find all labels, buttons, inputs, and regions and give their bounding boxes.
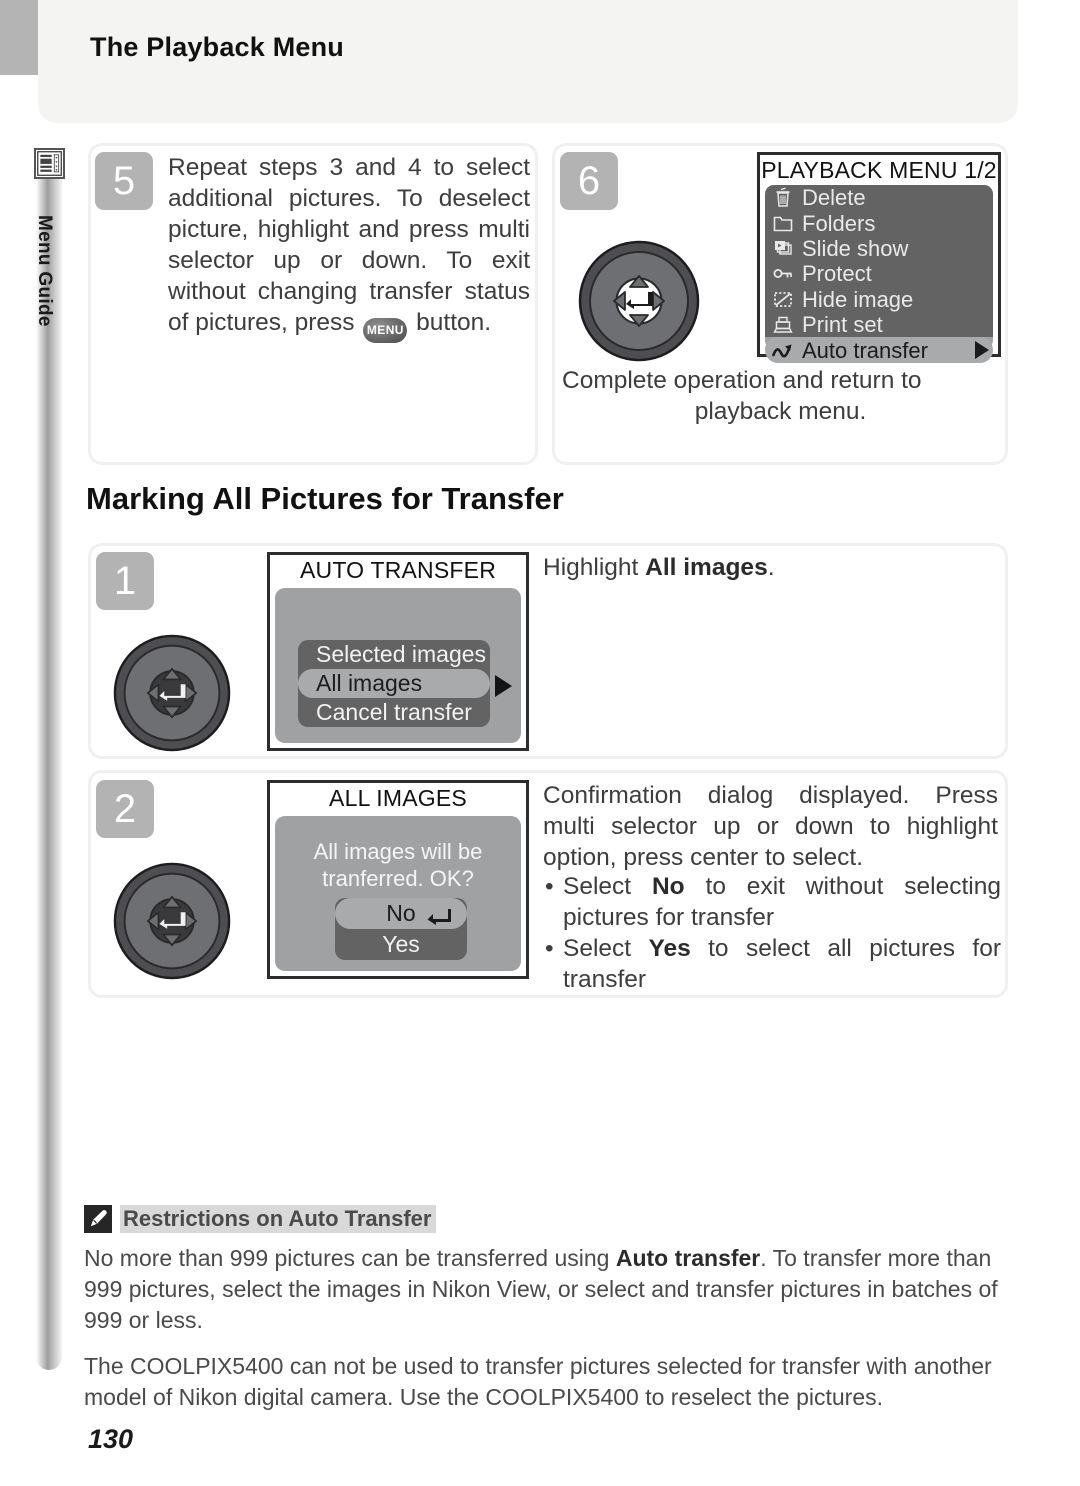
auto-transfer-screen: AUTO TRANSFER Selected images All images C… [267, 552, 529, 751]
auto-transfer-cursor-arrow [495, 675, 512, 697]
playback-menu-item-label: Hide image [802, 286, 914, 312]
playback-menu-cursor-arrow [975, 341, 989, 360]
step-2-bullet: • Select Yes to select all pictures for t… [543, 933, 1001, 995]
step-2-bullet-pre: Select [563, 873, 652, 900]
hide-image-icon [769, 288, 797, 311]
menu-list-icon [34, 148, 65, 179]
all-images-option-yes[interactable]: Yes [335, 929, 467, 960]
playback-menu-item-auto-transfer[interactable]: Auto transfer [765, 337, 993, 363]
playback-menu-body: Delete Folders Slide show Protect Hide image… [765, 185, 993, 363]
folder-icon [769, 212, 797, 235]
playback-menu-item-label: Print set [802, 312, 883, 338]
all-images-dialog-screen: ALL IMAGES All images will be tranferred… [267, 780, 529, 979]
key-icon [769, 262, 797, 285]
note-paragraph-1: No more than 999 pictures can be transfe… [84, 1243, 1012, 1336]
all-images-message-line-2: tranferred. OK? [322, 866, 474, 891]
step-6-caption: Complete operation and return to playbac… [562, 365, 999, 427]
playback-menu-screen: PLAYBACK MENU 1/2 Delete Folders Slide sho… [757, 152, 1001, 363]
playback-menu-item-label: Auto transfer [802, 337, 928, 363]
multi-selector-step-2[interactable] [113, 862, 231, 980]
step-1-badge: 1 [96, 552, 154, 610]
step-2-bullet-bold: Yes [648, 935, 691, 962]
playback-menu-item-label: Slide show [802, 235, 909, 261]
playback-menu-item-delete[interactable]: Delete [765, 185, 993, 211]
step-1-caption-bold: All images [645, 554, 768, 581]
section-heading: Marking All Pictures for Transfer [86, 481, 564, 516]
playback-menu-item-folders[interactable]: Folders [765, 210, 993, 236]
menu-button-icon[interactable]: MENU [363, 318, 408, 343]
step-2-caption-intro: Confirmation dialog displayed. Press mul… [543, 782, 998, 871]
playback-menu-item-label: Folders [802, 210, 876, 236]
auto-transfer-option-all-images[interactable]: All images [298, 669, 490, 698]
bullet-dot-icon: • [545, 935, 554, 962]
auto-transfer-option-selected-images[interactable]: Selected images [298, 640, 490, 669]
slideshow-icon [769, 237, 797, 260]
step-1-caption-tail: . [767, 554, 775, 581]
playback-menu-item-hide-image[interactable]: Hide image [765, 286, 993, 312]
all-images-body: All images will be tranferred. OK? No Yes [275, 816, 521, 971]
multi-selector-step-6[interactable] [578, 240, 700, 362]
step-5-text-part2: button. [409, 309, 492, 336]
auto-transfer-icon [769, 339, 797, 362]
all-images-yes-no-group: No Yes [335, 898, 467, 960]
page-number: 130 [88, 1424, 134, 1454]
page-title: The Playback Menu [90, 32, 344, 62]
side-tab-label: Menu Guide [34, 215, 55, 327]
bullet-dot-icon: • [545, 873, 554, 900]
printer-icon [769, 313, 797, 336]
step-2-badge: 2 [96, 780, 154, 838]
playback-menu-list: Delete Folders Slide show Protect Hide image… [765, 185, 993, 363]
pencil-icon [84, 1205, 112, 1233]
all-images-option-no[interactable]: No [335, 898, 467, 929]
step-2-bullet-list: • Select No to exit without selecting pic… [543, 871, 1001, 995]
all-images-title: ALL IMAGES [270, 783, 526, 813]
playback-menu-title: PLAYBACK MENU 1/2 [760, 155, 998, 185]
auto-transfer-option-cancel-transfer[interactable]: Cancel transfer [298, 698, 490, 727]
auto-transfer-options: Selected images All images Cancel transfer [298, 640, 490, 727]
multi-selector-step-1[interactable] [113, 634, 231, 752]
playback-menu-item-label: Protect [802, 261, 872, 287]
note-header: Restrictions on Auto Transfer [84, 1204, 437, 1234]
step-2-bullet-pre: Select [563, 935, 649, 962]
step-1-caption-plain: Highlight [543, 554, 646, 581]
auto-transfer-body: Selected images All images Cancel transfer [275, 588, 521, 743]
step-2-bullet: • Select No to exit without selecting pic… [543, 871, 1001, 933]
step-2-caption: Confirmation dialog displayed. Press mul… [543, 780, 998, 873]
step-1-caption: Highlight All images. [543, 552, 998, 583]
step-5-badge: 5 [95, 152, 153, 210]
step-6-caption-last: playback menu. [694, 398, 867, 425]
note-paragraph-2: The COOLPIX5400 can not be used to trans… [84, 1353, 992, 1410]
trash-icon [769, 186, 797, 209]
note-p1-bold: Auto transfer [615, 1245, 761, 1271]
auto-transfer-title: AUTO TRANSFER [270, 555, 526, 585]
enter-arrow-icon [427, 903, 453, 925]
step-6-badge: 6 [560, 152, 618, 210]
step-5-text: Repeat steps 3 and 4 to select additiona… [168, 152, 530, 343]
all-images-message-line-1: All images will be [313, 839, 483, 864]
step-6-caption-main: Complete operation and return to [562, 367, 922, 394]
note-p1-pre: No more than 999 pictures can be transfe… [84, 1245, 616, 1271]
playback-menu-item-print-set[interactable]: Print set [765, 311, 993, 338]
playback-menu-item-protect[interactable]: Protect [765, 261, 993, 287]
playback-menu-item-slide-show[interactable]: Slide show [765, 235, 993, 262]
step-2-bullet-bold: No [651, 873, 685, 900]
note-title: Restrictions on Auto Transfer [120, 1205, 437, 1233]
playback-menu-item-label: Delete [802, 185, 866, 211]
